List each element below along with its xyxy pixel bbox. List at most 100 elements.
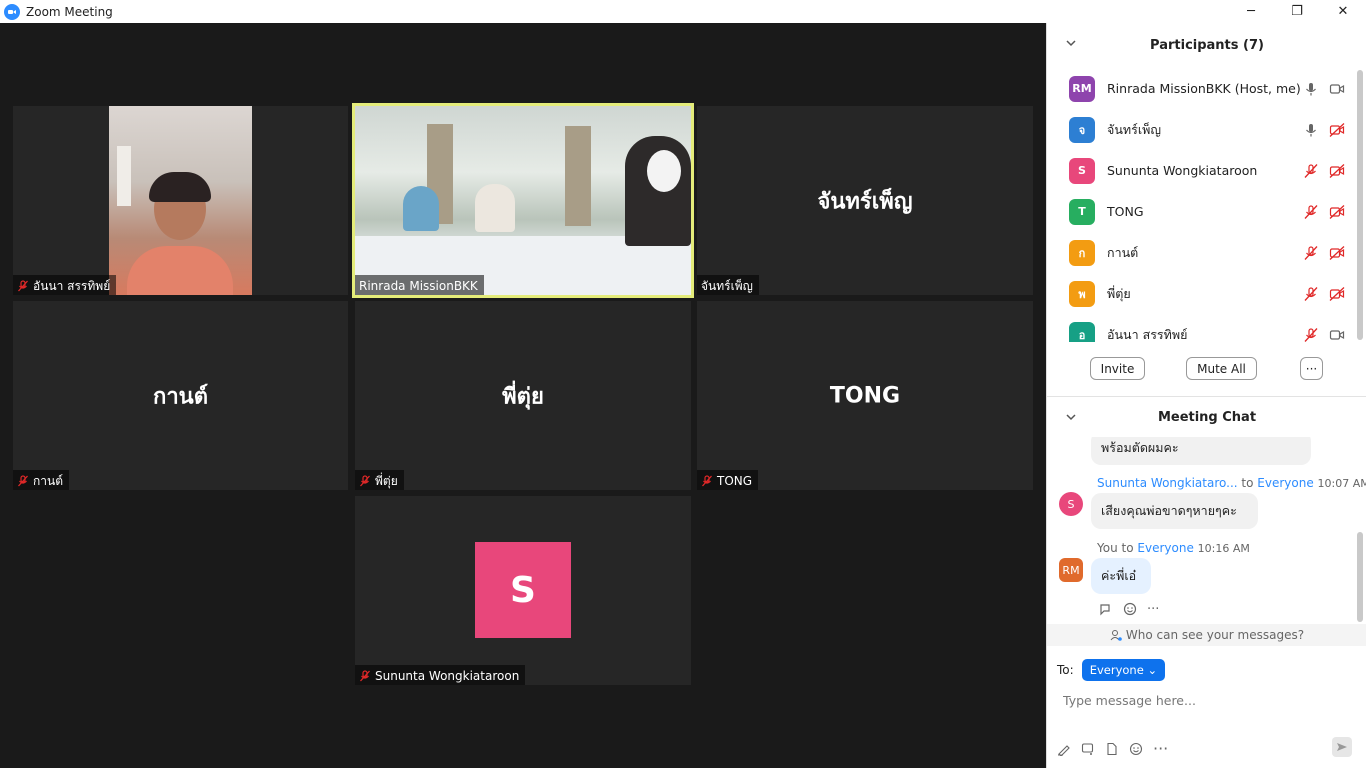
participant-row[interactable]: S Sununta Wongkiataroon [1047, 150, 1357, 191]
chevron-down-icon[interactable] [1065, 411, 1077, 423]
recipient-row: To: Everyone ⌄ [1057, 659, 1166, 681]
participant-name: จันทร์เพ็ญ [1107, 121, 1161, 137]
message-input[interactable] [1063, 690, 1353, 710]
chevron-down-icon[interactable] [1065, 37, 1077, 49]
emoji-reaction-icon[interactable] [1123, 602, 1137, 616]
chat-scrollbar[interactable] [1357, 532, 1363, 622]
chat-message-meta: Sununta Wongkiataro... to Everyone 10:07… [1097, 476, 1366, 490]
message-actions: ··· [1099, 602, 1159, 617]
video-tile[interactable]: พี่ตุ่ย พี่ตุ่ย [355, 301, 691, 490]
chat-header: Meeting Chat [1047, 397, 1366, 437]
participant-display-name: พี่ตุ่ย [502, 384, 544, 409]
participant-row[interactable]: ก กานต์ [1047, 232, 1357, 273]
participant-status [1303, 163, 1345, 179]
tile-name-label: จันทร์เพ็ญ [697, 275, 759, 295]
muted-mic-icon[interactable] [1303, 245, 1319, 261]
close-button[interactable]: ✕ [1320, 0, 1366, 23]
title-bar: Zoom Meeting ─ ❐ ✕ [0, 0, 1366, 23]
participant-display-name: กานต์ [153, 384, 208, 409]
video-off-icon[interactable] [1329, 286, 1345, 302]
chat-message-meta: You to Everyone 10:16 AM [1097, 541, 1250, 555]
participant-avatar: อ [1069, 321, 1095, 342]
participant-status [1303, 286, 1345, 302]
chat-message: ค่ะพี่เอ๋ [1091, 558, 1151, 594]
chat-message: เสียงคุณพ่อขาดๆหายๆคะ [1091, 493, 1258, 529]
participant-avatar: RM [1069, 75, 1095, 102]
send-icon [1337, 743, 1347, 751]
participant-name: อันนา สรรทิพย์ [1107, 326, 1188, 342]
muted-mic-icon[interactable] [1303, 163, 1319, 179]
muted-mic-icon [360, 670, 370, 682]
participants-scrollbar[interactable] [1357, 70, 1363, 340]
participant-avatar: พ [1069, 280, 1095, 307]
muted-mic-icon[interactable] [1303, 204, 1319, 220]
participant-avatar: S [1069, 157, 1095, 184]
tile-name-label: TONG [697, 470, 759, 490]
video-tile[interactable]: จันทร์เพ็ญ จันทร์เพ็ญ [697, 106, 1033, 295]
muted-mic-icon [18, 475, 28, 487]
participant-avatar: T [1069, 198, 1095, 225]
participant-name: TONG [1107, 204, 1144, 219]
emoji-icon[interactable] [1129, 742, 1143, 756]
video-tile[interactable]: อันนา สรรทิพย์ [13, 106, 348, 295]
file-icon[interactable] [1105, 742, 1119, 756]
muted-mic-icon [18, 280, 28, 292]
participant-avatar: จ [1069, 116, 1095, 143]
screenshot-icon[interactable] [1081, 742, 1095, 756]
video-gallery: อันนา สรรทิพย์ Rinrada MissionBKK จันทร์… [0, 23, 1046, 768]
recipient-dropdown[interactable]: Everyone ⌄ [1081, 659, 1166, 681]
participant-video [355, 106, 691, 295]
chat-message: พร้อมตัดผมคะ [1091, 437, 1311, 465]
window-title: Zoom Meeting [26, 4, 113, 19]
video-tile[interactable]: TONG TONG [697, 301, 1033, 490]
participant-display-name: TONG [829, 383, 901, 408]
video-camera-icon[interactable] [1329, 81, 1345, 97]
participant-status [1303, 245, 1345, 261]
muted-mic-icon[interactable] [1303, 286, 1319, 302]
tile-name-label: กานต์ [13, 470, 69, 490]
participant-name: กานต์ [1107, 244, 1139, 260]
zoom-logo-icon [4, 3, 20, 20]
format-text-icon[interactable] [1057, 742, 1071, 756]
participant-row[interactable]: พ พี่ตุ่ย [1047, 273, 1357, 314]
send-button[interactable] [1332, 737, 1352, 757]
participant-avatar: S [475, 542, 571, 638]
privacy-notice[interactable]: Who can see your messages? [1047, 624, 1366, 646]
more-options-button[interactable]: ··· [1300, 357, 1323, 380]
participant-name: Sununta Wongkiataroon [1107, 163, 1258, 178]
video-off-icon[interactable] [1329, 245, 1345, 261]
video-camera-icon[interactable] [1329, 327, 1345, 343]
video-off-icon[interactable] [1329, 122, 1345, 138]
muted-mic-icon [360, 475, 370, 487]
participant-status [1303, 327, 1345, 343]
side-panel: Participants (7) RM Rinrada MissionBKK (H… [1046, 23, 1366, 768]
reply-icon[interactable] [1099, 602, 1113, 616]
participant-row[interactable]: RM Rinrada MissionBKK (Host, me) [1047, 68, 1357, 109]
participant-row[interactable]: T TONG [1047, 191, 1357, 232]
participants-header: Participants (7) [1047, 23, 1366, 67]
more-icon[interactable]: ··· [1153, 739, 1168, 758]
participant-status [1303, 81, 1345, 97]
participant-status [1303, 122, 1345, 138]
video-tile[interactable]: S Sununta Wongkiataroon [355, 496, 691, 685]
minimize-button[interactable]: ─ [1228, 0, 1274, 23]
muted-mic-icon[interactable] [1303, 327, 1319, 343]
mic-icon[interactable] [1303, 122, 1319, 138]
more-icon[interactable]: ··· [1147, 602, 1159, 617]
invite-button[interactable]: Invite [1090, 357, 1145, 380]
participant-name: Rinrada MissionBKK (Host, me) [1107, 81, 1301, 96]
participant-name: พี่ตุ่ย [1107, 285, 1131, 301]
video-tile-active-speaker[interactable]: Rinrada MissionBKK [352, 103, 694, 298]
video-tile[interactable]: กานต์ กานต์ [13, 301, 348, 490]
user-info-icon [1110, 630, 1122, 641]
participant-video [109, 106, 252, 295]
participant-row[interactable]: จ จันทร์เพ็ญ [1047, 109, 1357, 150]
chat-messages: พร้อมตัดผมคะ Sununta Wongkiataro... to E… [1047, 437, 1366, 624]
mute-all-button[interactable]: Mute All [1186, 357, 1257, 380]
video-off-icon[interactable] [1329, 163, 1345, 179]
video-off-icon[interactable] [1329, 204, 1345, 220]
participant-row[interactable]: อ อันนา สรรทิพย์ [1047, 314, 1357, 342]
restore-button[interactable]: ❐ [1274, 0, 1320, 23]
mic-icon[interactable] [1303, 81, 1319, 97]
muted-mic-icon [702, 475, 712, 487]
